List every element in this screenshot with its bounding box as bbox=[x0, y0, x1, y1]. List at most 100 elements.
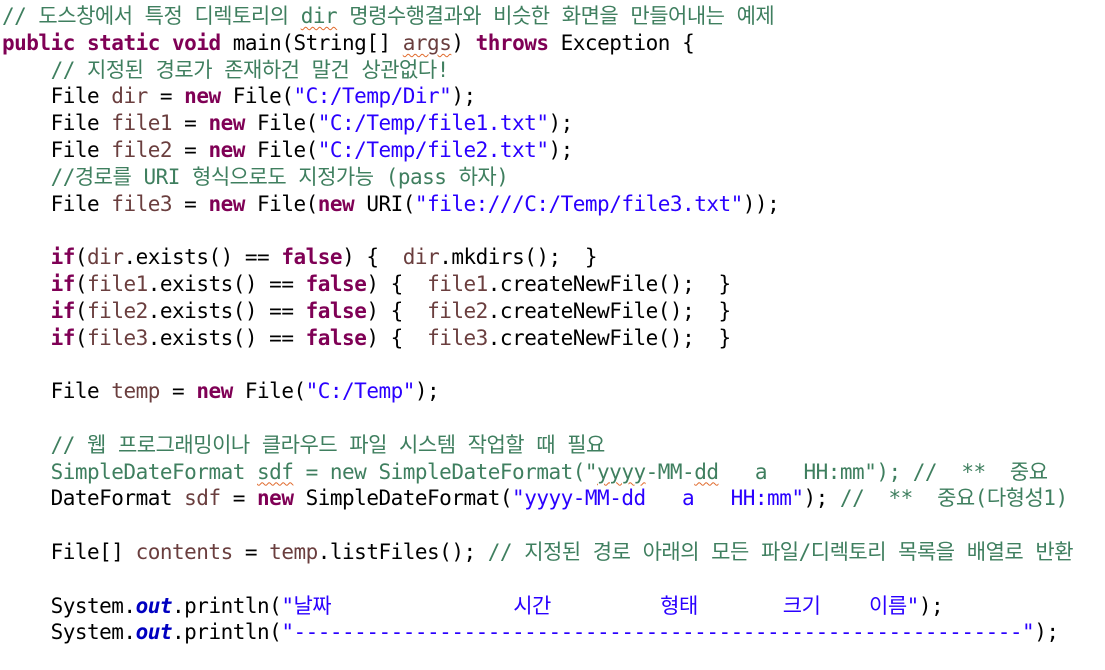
code-token: false bbox=[305, 298, 367, 323]
code-token: if bbox=[50, 325, 76, 350]
code-line[interactable] bbox=[2, 351, 1105, 378]
code-token: sdf bbox=[257, 459, 294, 484]
code-token: sdf bbox=[184, 486, 221, 511]
code-line[interactable]: File temp = new File("C:/Temp"); bbox=[2, 378, 1105, 405]
code-token: temp bbox=[111, 379, 160, 404]
code-token: System. bbox=[2, 593, 137, 618]
code-token: ) { bbox=[342, 245, 403, 270]
code-token: file2 bbox=[87, 298, 148, 323]
code-token: public bbox=[2, 30, 75, 55]
code-token: "---------------------------------------… bbox=[281, 620, 1035, 645]
code-token: args bbox=[402, 30, 452, 55]
code-token: SimpleDateFormat( bbox=[293, 486, 513, 511]
code-token: dir bbox=[111, 84, 148, 109]
code-token: ( bbox=[74, 245, 88, 270]
code-token: // ** 중요(다형성1) bbox=[839, 486, 1068, 511]
code-line[interactable] bbox=[2, 512, 1105, 539]
code-token: File bbox=[2, 379, 112, 404]
code-token: = new SimpleDateFormat(" bbox=[293, 459, 598, 484]
code-token: ); bbox=[548, 137, 573, 162]
code-token: file1 bbox=[427, 271, 488, 296]
code-token: = bbox=[220, 486, 258, 511]
code-token: File bbox=[2, 111, 112, 136]
code-token: ) { bbox=[366, 325, 428, 350]
code-line[interactable]: System.out.println("날짜 시간 형태 크기 이름"); bbox=[2, 593, 1105, 620]
code-token: = bbox=[232, 539, 270, 564]
code-token: file3 bbox=[111, 191, 173, 216]
code-token: ) bbox=[451, 30, 476, 55]
code-line[interactable] bbox=[2, 217, 1105, 244]
code-token: = bbox=[172, 111, 209, 136]
code-line[interactable] bbox=[2, 405, 1105, 432]
code-line[interactable]: public static void main(String[] args) t… bbox=[2, 30, 1105, 57]
code-token: File( bbox=[244, 137, 318, 162]
code-token: "날짜 시간 형태 크기 이름" bbox=[281, 593, 919, 618]
code-token: File bbox=[2, 84, 112, 109]
code-line[interactable]: File file2 = new File("C:/Temp/file2.txt… bbox=[2, 137, 1105, 164]
code-token: System. bbox=[2, 620, 137, 645]
code-token: file2 bbox=[427, 298, 488, 323]
code-line[interactable]: // 지정된 경로가 존재하건 말건 상관없다! bbox=[2, 57, 1105, 84]
code-token: dir bbox=[300, 4, 338, 28]
code-token: ); bbox=[451, 84, 476, 109]
code-token: new bbox=[257, 486, 294, 511]
code-token: main(String[] bbox=[220, 30, 403, 55]
code-token: ( bbox=[74, 325, 88, 350]
code-line[interactable]: if(file1.exists() == false) { file1.crea… bbox=[2, 271, 1105, 298]
code-token: ); bbox=[1034, 620, 1059, 645]
code-token: new bbox=[317, 191, 355, 216]
code-token: Exception { bbox=[548, 30, 695, 55]
code-token: .exists() == bbox=[147, 325, 306, 350]
code-token: = bbox=[172, 191, 209, 216]
code-token: yyyy bbox=[597, 459, 646, 484]
code-token: .createNewFile(); } bbox=[487, 271, 731, 296]
code-token: "C:/Temp/Dir" bbox=[293, 84, 452, 109]
code-token: new bbox=[208, 111, 245, 136]
code-token: new bbox=[208, 191, 245, 216]
code-token: = bbox=[172, 137, 209, 162]
code-token: file3 bbox=[87, 325, 148, 350]
code-line[interactable]: if(file2.exists() == false) { file2.crea… bbox=[2, 298, 1105, 325]
code-token: = bbox=[159, 379, 197, 404]
code-token: false bbox=[305, 271, 367, 296]
code-line[interactable]: if(dir.exists() == false) { dir.mkdirs()… bbox=[2, 244, 1105, 271]
code-token: dd bbox=[694, 459, 719, 484]
code-line[interactable]: //경로를 URI 형식으로도 지정가능 (pass 하자) bbox=[2, 164, 1105, 191]
code-token: ); bbox=[918, 593, 944, 618]
code-token: false bbox=[281, 245, 343, 270]
code-token: File( bbox=[244, 111, 318, 136]
code-line[interactable]: SimpleDateFormat sdf = new SimpleDateFor… bbox=[2, 459, 1105, 486]
code-line[interactable]: System.out.println("--------------------… bbox=[2, 619, 1105, 646]
code-token: File( bbox=[220, 84, 294, 109]
code-editor[interactable]: // 도스창에서 특정 디렉토리의 dir 명령수행결과와 비슷한 화면을 만들… bbox=[0, 0, 1105, 670]
code-line[interactable] bbox=[2, 566, 1105, 593]
code-token: //경로를 URI 형식으로도 지정가능 (pass 하자) bbox=[50, 164, 509, 189]
code-line[interactable]: File[] contents = temp.listFiles(); // 지… bbox=[2, 539, 1105, 566]
code-token: dir bbox=[402, 245, 440, 270]
code-token: File[] bbox=[2, 539, 136, 564]
code-token: // 웹 프로그래밍이나 클라우드 파일 시스템 작업할 때 필요 bbox=[50, 432, 606, 457]
code-line[interactable]: // 도스창에서 특정 디렉토리의 dir 명령수행결과와 비슷한 화면을 만들… bbox=[2, 3, 1105, 30]
code-token: file1 bbox=[111, 111, 173, 136]
code-token: ); bbox=[414, 379, 440, 404]
code-token: if bbox=[50, 271, 76, 296]
code-line[interactable]: File file1 = new File("C:/Temp/file1.txt… bbox=[2, 110, 1105, 137]
code-line[interactable]: DateFormat sdf = new SimpleDateFormat("y… bbox=[2, 485, 1105, 512]
code-token: throws bbox=[475, 30, 549, 55]
code-line[interactable]: File dir = new File("C:/Temp/Dir"); bbox=[2, 83, 1105, 110]
code-token: false bbox=[305, 325, 367, 350]
code-line[interactable]: if(file3.exists() == false) { file3.crea… bbox=[2, 325, 1105, 352]
code-line[interactable]: // 웹 프로그래밍이나 클라우드 파일 시스템 작업할 때 필요 bbox=[2, 432, 1105, 459]
code-token: "C:/Temp/file2.txt" bbox=[317, 137, 549, 162]
code-token: if bbox=[50, 245, 76, 270]
code-line[interactable]: File file3 = new File(new URI("file:///C… bbox=[2, 191, 1105, 218]
code-token: File bbox=[2, 137, 112, 162]
code-token: .listFiles(); bbox=[317, 539, 488, 564]
code-token: static bbox=[87, 30, 160, 55]
